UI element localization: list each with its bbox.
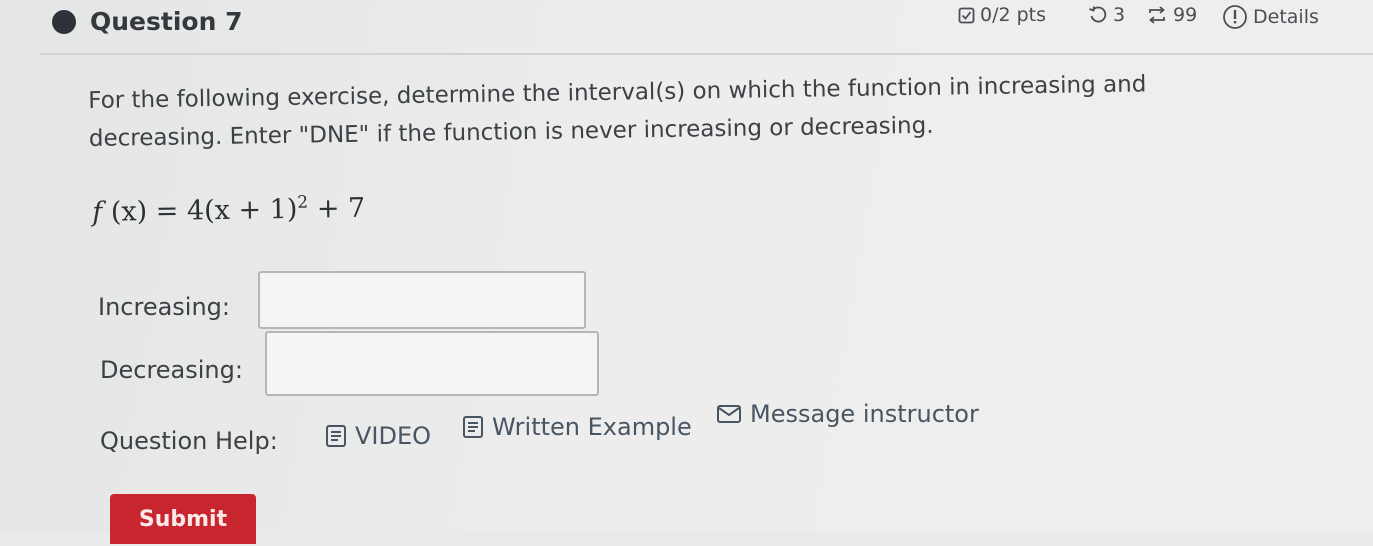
envelope-icon (717, 405, 741, 423)
submissions-indicator: 99 (1146, 4, 1197, 26)
question-prompt: For the following exercise, determine th… (88, 63, 1289, 158)
attempts-text: 3 (1113, 4, 1126, 26)
formula-inner: (x + 1) (203, 193, 298, 227)
written-example-label: Written Example (492, 413, 692, 441)
function-formula: f (x) = 4(x + 1)2 + 7 (92, 192, 365, 228)
written-example-link[interactable]: Written Example (462, 413, 692, 441)
formula-fn: f (92, 196, 103, 228)
info-icon (1223, 5, 1247, 29)
formula-arg: (x) (110, 196, 148, 228)
message-instructor-link[interactable]: Message instructor (716, 400, 979, 428)
increasing-input[interactable] (258, 271, 586, 329)
retry-icon (1089, 6, 1107, 23)
decreasing-input[interactable] (265, 331, 599, 396)
question-page: Question 7 0/2 pts 3 99 Details For the … (0, 0, 1373, 544)
video-label: VIDEO (355, 422, 432, 450)
attempts-indicator: 3 (1088, 4, 1125, 26)
submissions-text: 99 (1173, 4, 1198, 26)
document-icon (463, 416, 483, 438)
formula-tail: + 7 (316, 192, 366, 225)
formula-coef: 4 (186, 195, 205, 227)
header-divider (40, 53, 1373, 55)
submissions-icon (1149, 6, 1165, 24)
question-status-dot (52, 10, 76, 34)
video-link[interactable]: VIDEO (325, 422, 431, 450)
decreasing-label: Decreasing: (100, 356, 243, 384)
checkbox-icon (958, 7, 975, 23)
details-label: Details (1253, 6, 1319, 28)
increasing-label: Increasing: (98, 293, 230, 321)
points-indicator: 0/2 pts (958, 4, 1046, 26)
question-title: Question 7 (90, 7, 243, 36)
question-help-label: Question Help: (100, 427, 278, 455)
message-instructor-label: Message instructor (750, 400, 979, 428)
submit-button[interactable]: Submit (110, 494, 256, 544)
details-button[interactable]: Details (1222, 4, 1319, 30)
formula-equals: = (155, 195, 179, 227)
document-icon (326, 425, 346, 447)
points-text: 0/2 pts (980, 4, 1047, 26)
formula-exponent: 2 (297, 192, 309, 213)
